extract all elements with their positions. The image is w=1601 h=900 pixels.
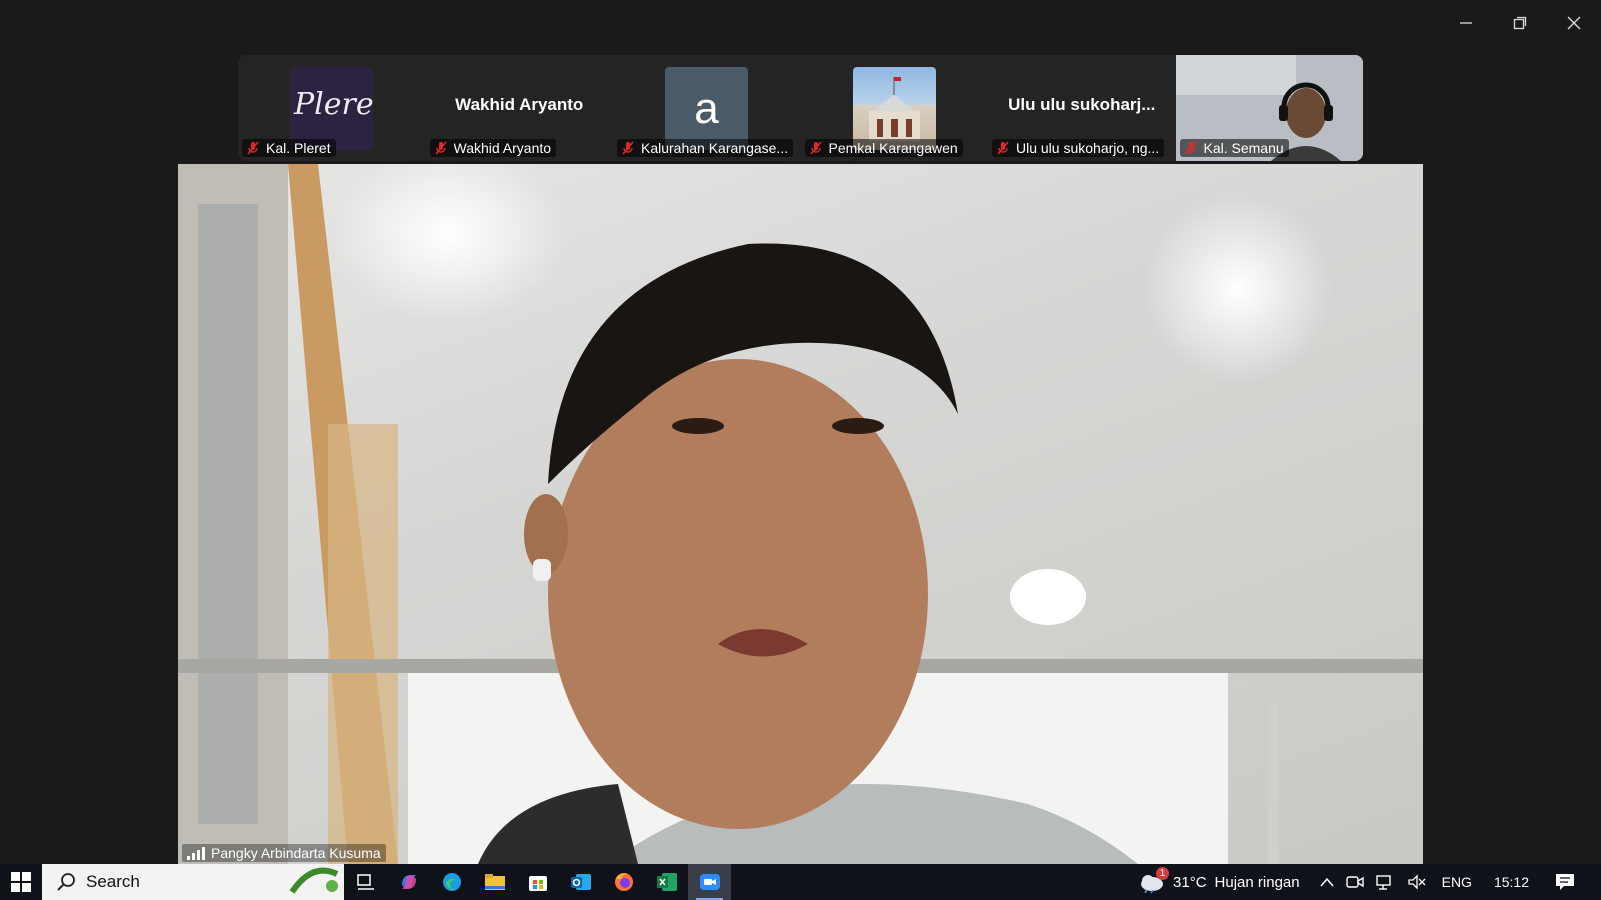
network-button[interactable]: [1375, 874, 1396, 890]
mic-muted-icon: [622, 141, 634, 155]
search-placeholder: Search: [86, 872, 140, 891]
store-icon: [528, 876, 547, 891]
zoom-button[interactable]: [688, 864, 731, 900]
search-icon: [57, 873, 75, 891]
system-tray: 1 31°C Hujan ringan ENG 15:12: [1133, 864, 1601, 900]
notification-icon: [1556, 874, 1574, 890]
participant-name-bar: Kal. Semanu: [1179, 139, 1289, 157]
participant-name: Kal. Pleret: [266, 140, 331, 156]
active-speaker-name-bar: Pangky Arbindarta Kusuma: [182, 844, 386, 862]
excel-button[interactable]: [645, 864, 688, 900]
weather-temperature: 31°C: [1173, 873, 1207, 891]
edge-icon: [442, 873, 461, 891]
store-button[interactable]: [516, 864, 559, 900]
volume-button[interactable]: [1407, 874, 1426, 890]
participant-name: Kalurahan Karangase...: [641, 140, 789, 156]
close-button[interactable]: [1554, 8, 1594, 38]
participant-name-bar: Ulu ulu sukoharjo, ng...: [992, 139, 1165, 157]
windows-icon: [11, 872, 31, 892]
avatar-logo-text: Pleret: [294, 87, 373, 122]
participant-tile[interactable]: Ulu ulu sukoharj... Ulu ulu sukoharjo, n…: [988, 55, 1176, 161]
participant-name-bar: Kalurahan Karangase...: [617, 139, 794, 157]
restore-button[interactable]: [1500, 8, 1540, 38]
file-explorer-button[interactable]: [473, 864, 516, 900]
meet-now-button[interactable]: [1345, 874, 1364, 890]
edge-button[interactable]: [430, 864, 473, 900]
weather-widget[interactable]: 1 31°C Hujan ringan: [1139, 867, 1300, 894]
file-explorer-icon: [484, 874, 505, 890]
start-button[interactable]: [0, 864, 42, 900]
active-speaker-video[interactable]: Pangky Arbindarta Kusuma: [178, 164, 1423, 864]
participant-avatar: Pleret: [290, 67, 373, 150]
camera-icon: [1345, 876, 1364, 888]
copilot-icon: [401, 875, 416, 889]
participant-strip: Pleret Kal. Pleret Wakhid Aryanto Wakhid…: [238, 55, 1363, 161]
mic-muted-icon: [809, 141, 822, 155]
participant-tile[interactable]: Pleret Kal. Pleret: [238, 55, 426, 161]
weather-rain-icon: 1: [1139, 867, 1170, 894]
outlook-icon: [570, 874, 591, 890]
participant-avatar: [852, 67, 936, 150]
outlook-button[interactable]: [559, 864, 602, 900]
participant-name: Kal. Semanu: [1203, 140, 1284, 156]
participant-name-bar: Pemkal Karangawen: [804, 139, 963, 157]
network-icon: [1375, 875, 1391, 890]
building-image: [868, 77, 920, 141]
mic-muted-icon: [1184, 141, 1197, 155]
participant-tile[interactable]: Wakhid Aryanto Wakhid Aryanto: [426, 55, 614, 161]
mic-muted-icon: [434, 141, 447, 155]
chevron-up-icon: [1320, 877, 1334, 887]
notifications-button[interactable]: [1555, 873, 1575, 891]
active-speaker-name: Pangky Arbindarta Kusuma: [211, 845, 381, 861]
clock[interactable]: 15:12: [1494, 874, 1529, 890]
firefox-button[interactable]: [602, 864, 645, 900]
minimize-button[interactable]: [1446, 8, 1486, 38]
participant-avatar: a: [665, 67, 748, 150]
weather-badge: 1: [1156, 867, 1170, 880]
show-hidden-icons-button[interactable]: [1320, 877, 1334, 887]
participant-tile[interactable]: Pemkal Karangawen: [801, 55, 989, 161]
participant-tile[interactable]: Kal. Semanu: [1175, 55, 1363, 161]
participant-name: Pemkal Karangawen: [828, 140, 958, 156]
excel-icon: [656, 873, 677, 891]
participant-display-name: Ulu ulu sukoharj...: [1008, 95, 1156, 114]
task-view-icon: [356, 874, 374, 890]
close-icon: [1567, 16, 1581, 30]
taskbar: Search 1 31°C Hujan ringan ENG 15:12: [0, 864, 1601, 900]
mic-muted-icon: [247, 141, 259, 155]
restore-icon: [1513, 16, 1527, 30]
firefox-icon: [614, 873, 633, 891]
taskbar-search-box[interactable]: Search: [42, 864, 344, 900]
signal-strength-icon: [187, 846, 205, 860]
speaker-video-frame: [178, 164, 1423, 864]
participant-name-bar: Kal. Pleret: [242, 139, 336, 157]
language-indicator[interactable]: ENG: [1442, 874, 1472, 890]
participant-name: Wakhid Aryanto: [453, 140, 552, 156]
search-highlight-icon: [289, 867, 339, 894]
copilot-button[interactable]: [387, 864, 430, 900]
participant-name-bar: Wakhid Aryanto: [429, 139, 557, 157]
weather-condition: Hujan ringan: [1214, 873, 1300, 891]
minimize-icon: [1460, 22, 1472, 24]
volume-muted-icon: [1407, 874, 1426, 890]
task-view-button[interactable]: [344, 864, 387, 900]
participant-tile[interactable]: a Kalurahan Karangase...: [613, 55, 801, 161]
mic-muted-icon: [997, 141, 1009, 155]
zoom-icon: [699, 874, 720, 890]
participant-display-name: Wakhid Aryanto: [455, 95, 584, 114]
participant-name: Ulu ulu sukoharjo, ng...: [1016, 140, 1160, 156]
